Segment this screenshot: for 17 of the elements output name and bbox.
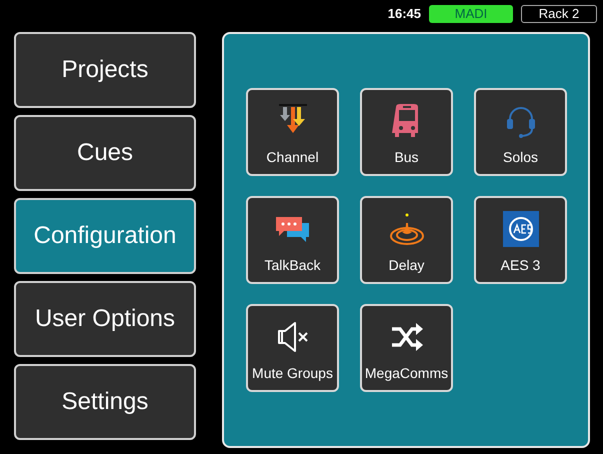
config-tile[interactable]: Delay bbox=[360, 196, 453, 284]
config-tile[interactable]: Channel bbox=[246, 88, 339, 176]
menu-button[interactable]: Cues bbox=[14, 115, 196, 191]
menu-button[interactable]: Settings bbox=[14, 364, 196, 440]
rack-indicator: Rack 2 bbox=[521, 5, 597, 23]
clock-time: 16:45 bbox=[388, 5, 421, 24]
config-tile[interactable]: MegaComms bbox=[360, 304, 453, 392]
config-tile[interactable]: TalkBack bbox=[246, 196, 339, 284]
config-tile[interactable]: Bus bbox=[360, 88, 453, 176]
menu-button[interactable]: Configuration bbox=[14, 198, 196, 274]
menu-button[interactable]: Projects bbox=[14, 32, 196, 108]
menu-button[interactable]: User Options bbox=[14, 281, 196, 357]
interface-indicator: MADI bbox=[429, 5, 513, 23]
aes-logo-icon bbox=[500, 209, 540, 249]
config-tile[interactable]: Solos bbox=[474, 88, 567, 176]
config-tile[interactable]: AES 3 bbox=[474, 196, 567, 284]
config-tile[interactable]: Mute Groups bbox=[246, 304, 339, 392]
